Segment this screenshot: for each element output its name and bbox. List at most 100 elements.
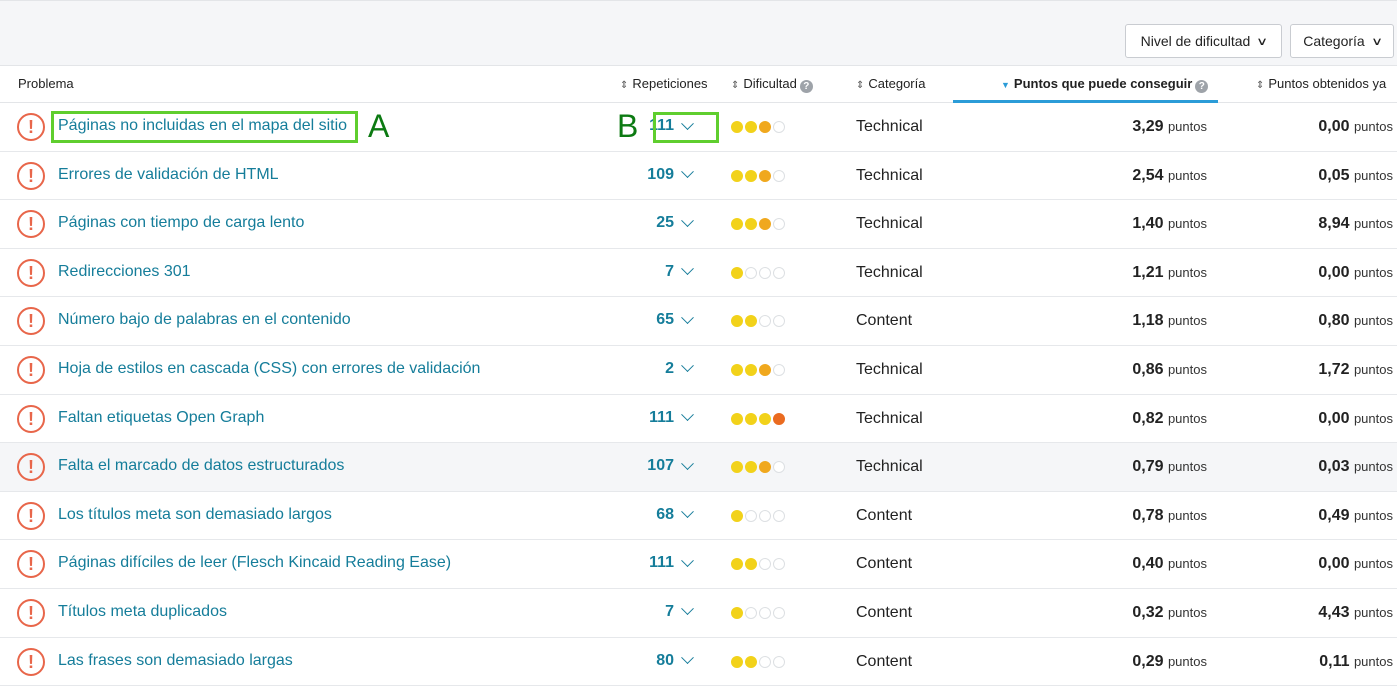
points-possible-value: 0,78 puntos	[1132, 507, 1207, 525]
problem-link[interactable]: Errores de validación de HTML	[58, 166, 279, 184]
sort-icon: ⇕	[620, 80, 629, 91]
table-row[interactable]: ! Falta el marcado de datos estructurados…	[0, 443, 1397, 492]
table-row[interactable]: ! Las frases son demasiado largas 80 Conten…	[0, 637, 1397, 686]
table-row[interactable]: ! Páginas con tiempo de carga lento 25 Tech…	[0, 200, 1397, 249]
problem-link[interactable]: Número bajo de palabras en el contenido	[58, 311, 351, 329]
points-unit: puntos	[1353, 119, 1393, 134]
warning-icon: !	[17, 501, 45, 530]
table-row[interactable]: ! Número bajo de palabras en el contenido…	[0, 297, 1397, 346]
problem-link[interactable]: Faltan etiquetas Open Graph	[58, 409, 264, 427]
points-possible-number: 0,32	[1132, 603, 1164, 621]
repetitions-dropdown[interactable]: 68	[656, 505, 694, 524]
repetitions-count: 25	[656, 214, 674, 232]
points-obtained-value: 0,03 puntos	[1318, 458, 1393, 476]
repetitions-dropdown[interactable]: 111	[649, 408, 694, 427]
difficulty-dot	[773, 461, 785, 474]
problem-link[interactable]: Falta el marcado de datos estructurados	[58, 457, 344, 475]
points-obtained-value: 0,00 puntos	[1318, 555, 1393, 573]
problem-link[interactable]: Páginas no incluidas en el mapa del siti…	[58, 117, 347, 135]
column-repetitions-label: Repeticiones	[632, 76, 708, 91]
annotation-label-a: A	[368, 108, 390, 144]
points-unit: puntos	[1167, 167, 1207, 183]
category-value: Content	[856, 603, 913, 621]
table-row[interactable]: ! Los títulos meta son demasiado largos 68…	[0, 491, 1397, 541]
chevron-down-icon	[681, 116, 694, 130]
chevron-down-icon	[681, 262, 694, 276]
table-row[interactable]: ! Redirecciones 301 7 Technical 1,21 puntos 0…	[0, 248, 1397, 298]
difficulty-dot	[731, 558, 743, 571]
table-row[interactable]: ! Errores de validación de HTML 109 Technic…	[0, 151, 1397, 201]
category-filter-button[interactable]: Categoría ∨	[1290, 24, 1394, 58]
column-points-obtained[interactable]: ⇕ Puntos obtenidos ya	[1256, 76, 1386, 91]
filter-bar: Nivel de dificultad ∨ Categoría ∨	[0, 0, 1397, 66]
repetitions-dropdown[interactable]: 25	[656, 213, 694, 232]
category-value: Technical	[856, 409, 923, 427]
chevron-down-icon	[681, 505, 694, 519]
repetitions-dropdown[interactable]: 109	[647, 165, 694, 184]
problem-link[interactable]: Hoja de estilos en cascada (CSS) con err…	[58, 360, 480, 378]
column-points-possible[interactable]: ▼ Puntos que puede conseguir?	[1001, 76, 1209, 93]
difficulty-rating	[731, 558, 785, 571]
points-unit: puntos	[1353, 556, 1393, 572]
problem-link[interactable]: Las frases son demasiado largas	[58, 652, 293, 670]
column-difficulty[interactable]: ⇕ Dificultad?	[731, 76, 813, 93]
warning-icon: !	[17, 404, 45, 433]
points-obtained-value: 0,00 puntos	[1318, 264, 1393, 282]
difficulty-dot	[773, 509, 785, 522]
warning-icon: !	[17, 453, 45, 482]
points-obtained-number: 0,03	[1318, 458, 1350, 476]
points-obtained-value: 0,80 puntos	[1318, 312, 1393, 330]
points-possible-value: 0,29 puntos	[1132, 653, 1207, 671]
points-possible-value: 0,86 puntos	[1132, 361, 1207, 379]
chevron-down-icon	[681, 311, 694, 324]
difficulty-dot	[731, 315, 743, 328]
repetitions-count: 111	[649, 554, 674, 572]
help-icon[interactable]: ?	[799, 80, 813, 93]
category-value: Technical	[856, 360, 923, 378]
warning-icon: !	[17, 161, 45, 190]
repetitions-dropdown[interactable]: 7	[665, 262, 694, 281]
column-points-obtained-label: Puntos obtenidos ya	[1268, 76, 1387, 91]
repetitions-dropdown[interactable]: 111	[649, 116, 694, 135]
difficulty-dot	[745, 606, 757, 619]
difficulty-dot	[759, 169, 771, 182]
difficulty-dot	[731, 509, 743, 522]
points-unit: puntos	[1353, 167, 1393, 183]
problem-link[interactable]: Páginas difíciles de leer (Flesch Kincai…	[58, 554, 451, 572]
problem-link[interactable]: Páginas con tiempo de carga lento	[58, 214, 304, 232]
problem-link[interactable]: Los títulos meta son demasiado largos	[58, 506, 332, 524]
column-problem: Problema	[18, 76, 74, 91]
table-row[interactable]: ! Títulos meta duplicados 7 Content 0,32 pun…	[0, 588, 1397, 638]
chevron-down-icon	[681, 165, 694, 179]
points-obtained-value: 8,94 puntos	[1318, 215, 1393, 233]
points-unit: puntos	[1353, 653, 1393, 669]
points-unit: puntos	[1353, 507, 1393, 523]
repetitions-dropdown[interactable]: 2	[665, 359, 694, 378]
help-icon[interactable]: ?	[1195, 80, 1209, 93]
table-row[interactable]: ! Páginas no incluidas en el mapa del sit…	[0, 103, 1397, 152]
problem-link[interactable]: Redirecciones 301	[58, 263, 191, 281]
column-category[interactable]: ⇕ Categoría	[856, 76, 925, 91]
difficulty-dot	[759, 461, 771, 474]
difficulty-filter-button[interactable]: Nivel de dificultad ∨	[1125, 24, 1282, 58]
points-unit: puntos	[1167, 507, 1207, 523]
difficulty-dot	[759, 266, 771, 279]
table-row[interactable]: ! Faltan etiquetas Open Graph 111 Technical…	[0, 394, 1397, 444]
difficulty-rating	[731, 121, 785, 133]
repetitions-dropdown[interactable]: 111	[649, 554, 694, 572]
repetitions-dropdown[interactable]: 7	[665, 602, 694, 621]
table-row[interactable]: ! Hoja de estilos en cascada (CSS) con er…	[0, 345, 1397, 395]
table-row[interactable]: ! Páginas difíciles de leer (Flesch Kinca…	[0, 540, 1397, 589]
problem-link[interactable]: Títulos meta duplicados	[58, 603, 227, 621]
difficulty-dot	[745, 315, 757, 328]
repetitions-dropdown[interactable]: 80	[656, 651, 694, 670]
difficulty-filter-label: Nivel de dificultad	[1140, 33, 1251, 49]
difficulty-dot	[731, 606, 743, 619]
category-value: Technical	[856, 458, 923, 476]
repetitions-dropdown[interactable]: 65	[656, 311, 694, 329]
difficulty-rating	[731, 218, 785, 231]
warning-icon: !	[17, 258, 45, 287]
difficulty-dot	[745, 169, 757, 182]
repetitions-dropdown[interactable]: 107	[647, 456, 694, 475]
column-repetitions[interactable]: ⇕ Repeticiones	[620, 76, 708, 91]
